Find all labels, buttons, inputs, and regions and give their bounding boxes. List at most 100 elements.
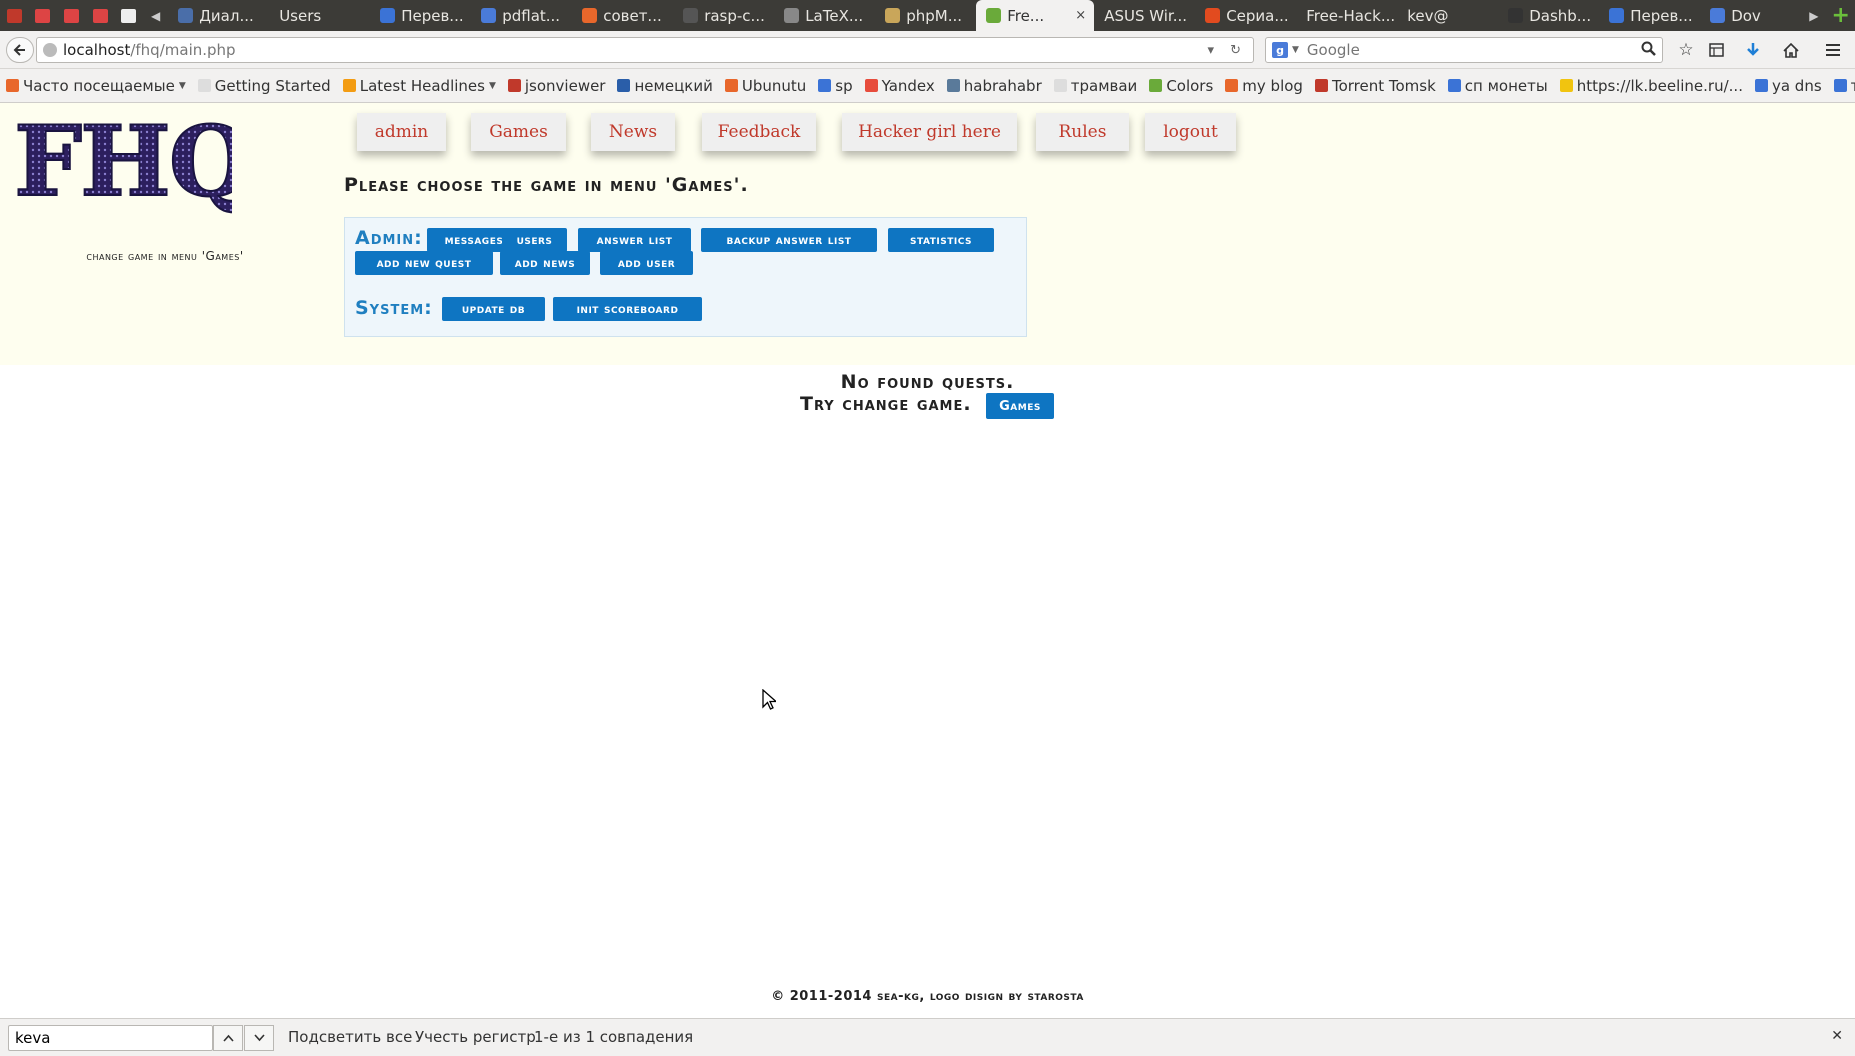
pinned-tab-2[interactable] xyxy=(29,0,58,31)
chevron-down-icon[interactable]: ▼ xyxy=(1292,45,1299,55)
tab-3[interactable]: Перев... xyxy=(370,0,471,31)
find-input[interactable] xyxy=(8,1025,213,1051)
tab-favicon-icon xyxy=(1710,8,1726,23)
find-result-status: 1-е из 1 совпадения xyxy=(534,1028,694,1046)
match-case-toggle[interactable]: Учесть регистр xyxy=(415,1028,536,1046)
tab-scroll-right-button[interactable]: ▶ xyxy=(1801,0,1826,31)
bookmark-favicon-icon xyxy=(1447,79,1461,92)
tab-favicon-icon xyxy=(1205,8,1221,23)
tab-8[interactable]: phpM... xyxy=(875,0,976,31)
bookmark-item[interactable]: сп монеты xyxy=(1447,77,1548,95)
add-news-button[interactable]: add news xyxy=(500,251,590,275)
bookmark-item[interactable]: немецкий xyxy=(617,77,713,95)
new-tab-button[interactable]: + xyxy=(1826,0,1855,31)
menu-icon[interactable] xyxy=(1821,39,1845,61)
tab-1[interactable]: Диал... xyxy=(168,0,269,31)
tab-scroll-left-button[interactable]: ◀ xyxy=(143,0,168,31)
bookmark-item[interactable]: тая xyxy=(1833,77,1855,95)
menu-admin-button[interactable]: admin xyxy=(357,113,446,151)
bookmark-item[interactable]: Getting Started xyxy=(197,77,331,95)
highlight-all-toggle[interactable]: Подсветить все xyxy=(288,1028,412,1046)
bookmark-favicon-icon xyxy=(946,79,960,92)
bookmark-label: ya dns xyxy=(1771,76,1822,95)
bookmark-item[interactable]: Torrent Tomsk xyxy=(1314,76,1436,95)
menu-rules-button[interactable]: Rules xyxy=(1036,113,1129,151)
menu-games-button[interactable]: Games xyxy=(471,113,566,151)
bookmark-item[interactable]: Colors xyxy=(1149,77,1213,95)
bookmark-item[interactable]: Yandex xyxy=(864,77,935,95)
menu-hacker-girl-button[interactable]: Hacker girl here xyxy=(842,113,1017,151)
init-scoreboard-button[interactable]: init scoreboard xyxy=(553,297,702,321)
bookmark-item[interactable]: https://lk.beeline.ru/... xyxy=(1559,77,1743,95)
tab-6[interactable]: rasp-c... xyxy=(673,0,774,31)
bookmark-favicon-icon xyxy=(724,79,738,92)
search-icon[interactable] xyxy=(1641,41,1656,60)
tab-10[interactable]: ASUS Wir... xyxy=(1094,0,1195,31)
pinned-tab-1[interactable] xyxy=(0,0,29,31)
bookmark-item[interactable]: Latest Headlines ▼ xyxy=(342,77,496,95)
menu-news-button[interactable]: News xyxy=(591,113,675,151)
update-db-button[interactable]: update db xyxy=(442,297,545,321)
tab-14[interactable]: Dashb... xyxy=(1498,0,1599,31)
fhq-logo[interactable]: FHQ xyxy=(12,111,232,216)
bookmark-item[interactable]: ya dns xyxy=(1754,76,1822,95)
pinned-tab-3[interactable] xyxy=(57,0,86,31)
tab-favicon-icon xyxy=(1609,8,1625,23)
tab-label: Free-Hack... xyxy=(1306,6,1396,25)
users-button[interactable]: users xyxy=(502,228,567,252)
tab-11[interactable]: Сериа... xyxy=(1195,0,1296,31)
search-input[interactable] xyxy=(1304,40,1639,60)
search-bar[interactable]: g ▼ xyxy=(1265,37,1663,63)
bookmark-item[interactable]: jsonviewer xyxy=(507,77,605,95)
tab-16[interactable]: Dov xyxy=(1700,0,1801,31)
find-next-button[interactable] xyxy=(244,1025,274,1051)
google-search-engine-icon[interactable]: g xyxy=(1272,42,1288,58)
system-label: System: xyxy=(355,297,433,319)
backup-answer-list-button[interactable]: backup answer list xyxy=(701,228,877,252)
bookmark-item[interactable]: sp xyxy=(818,77,853,95)
page-content: FHQ change game in menu 'Games' admin Gam… xyxy=(0,103,1855,1018)
close-icon[interactable]: ✕ xyxy=(1831,1028,1843,1044)
bookmark-item[interactable]: Часто посещаемые ▼ xyxy=(6,77,186,95)
tab-12[interactable]: Free-Hack... xyxy=(1296,0,1397,31)
url-bar[interactable]: localhost/fhq/main.php ▾ ↻ xyxy=(36,37,1254,63)
statistics-button[interactable]: statistics xyxy=(888,228,994,252)
tab-favicon-icon xyxy=(683,8,699,23)
menu-logout-button[interactable]: logout xyxy=(1145,113,1236,151)
tab-label: Сериа... xyxy=(1226,6,1289,25)
bookmark-label: Часто посещаемые xyxy=(23,76,175,95)
downloads-icon[interactable] xyxy=(1741,39,1765,61)
back-button[interactable] xyxy=(6,37,34,63)
chevron-down-icon xyxy=(253,1034,265,1042)
bookmark-star-icon[interactable]: ☆ xyxy=(1674,39,1698,61)
tab-4[interactable]: pdflat... xyxy=(471,0,572,31)
add-user-button[interactable]: add user xyxy=(600,251,693,275)
pinned-tab-5[interactable] xyxy=(114,0,143,31)
tab-2[interactable]: Users xyxy=(269,0,370,31)
tab-9[interactable]: Fre... × xyxy=(976,0,1095,31)
bookmark-label: Torrent Tomsk xyxy=(1331,76,1436,95)
home-icon[interactable] xyxy=(1779,39,1803,61)
try-change-game-text: Try change game. xyxy=(800,393,972,415)
gmail-icon xyxy=(92,8,108,23)
bookmark-item[interactable]: трамваи xyxy=(1053,77,1137,95)
tab-label: rasp-c... xyxy=(704,6,765,25)
close-tab-icon[interactable]: × xyxy=(1075,8,1086,23)
tab-5[interactable]: совет... xyxy=(572,0,673,31)
bookmark-item[interactable]: my blog xyxy=(1225,77,1303,95)
find-previous-button[interactable] xyxy=(213,1025,243,1051)
reading-list-icon[interactable] xyxy=(1704,39,1728,61)
tab-13[interactable]: kev@ xyxy=(1397,0,1498,31)
add-new-quest-button[interactable]: add new quest xyxy=(355,251,493,275)
answer-list-button[interactable]: answer list xyxy=(578,228,691,252)
games-button[interactable]: Games xyxy=(986,393,1054,419)
bookmark-item[interactable]: habrahabr xyxy=(946,77,1042,95)
menu-feedback-button[interactable]: Feedback xyxy=(702,113,816,151)
pinned-tab-4[interactable] xyxy=(86,0,115,31)
reload-icon[interactable]: ▾ ↻ xyxy=(1207,43,1247,58)
tab-15[interactable]: Перев... xyxy=(1599,0,1700,31)
choose-game-heading: Please choose the game in menu 'Games'. xyxy=(344,174,749,196)
tab-label: Диал... xyxy=(199,6,254,25)
tab-7[interactable]: LaTeX... xyxy=(774,0,875,31)
bookmark-item[interactable]: Ubunutu xyxy=(724,77,806,95)
